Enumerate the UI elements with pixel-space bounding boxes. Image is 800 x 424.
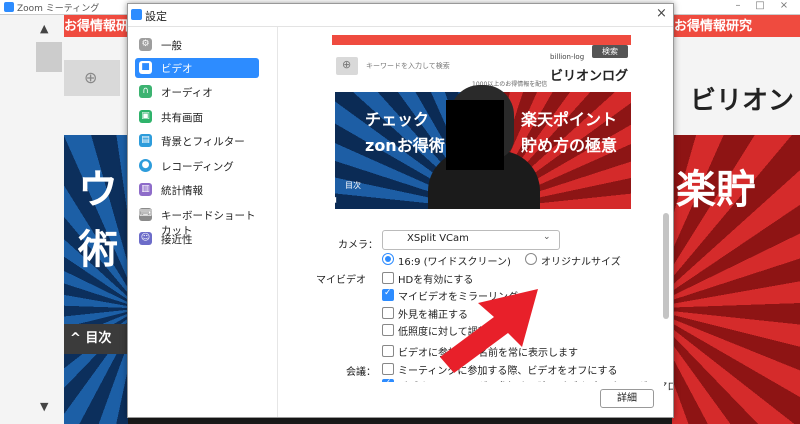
sidebar-item-share-screen[interactable]: ▣ 共有画面 <box>135 107 259 127</box>
sidebar-item-general[interactable]: ⚙ 一般 <box>135 35 259 55</box>
sidebar-item-label: 接近性 <box>161 234 193 246</box>
maximize-icon[interactable]: □ <box>752 0 768 11</box>
window-title: Zoom ミーティング <box>17 4 100 14</box>
zoom-in-icon: ⊕ <box>84 68 98 87</box>
window-close-icon[interactable]: × <box>776 0 792 11</box>
checkbox-low-light[interactable] <box>382 324 394 336</box>
radio-original-label: オリジナルサイズ <box>541 257 621 268</box>
checkbox-hd[interactable] <box>382 272 394 284</box>
radio-widescreen-label: 16:9 (ワイドスクリーン) <box>398 257 511 268</box>
radio-original[interactable] <box>525 253 537 265</box>
settings-dialog: 設定 × ⚙ 一般 ■ ビデオ ∩ オーディオ ▣ 共有画面 ▤ 背景とフィルタ… <box>127 3 674 418</box>
sidebar-item-label: オーディオ <box>161 87 213 99</box>
bg-banner-left: お得情報研究 <box>64 15 128 37</box>
sidebar-item-accessibility[interactable]: ☺ 接近性 <box>135 229 259 249</box>
settings-sidebar: ⚙ 一般 ■ ビデオ ∩ オーディオ ▣ 共有画面 ▤ 背景とフィルター ● レ… <box>128 27 278 417</box>
zoom-logo-icon <box>131 9 142 20</box>
preview-toc-tag: 目次 <box>345 181 361 190</box>
sidebar-item-keyboard[interactable]: ⌨ キーボードショートカット <box>135 205 259 237</box>
dialog-title: 設定 <box>145 10 167 23</box>
chevron-down-icon: ⌄ <box>543 232 551 242</box>
dialog-titlebar: 設定 × <box>128 4 673 27</box>
preview-arrow-icon: ◀ <box>332 195 337 204</box>
sidebar-item-background[interactable]: ▤ 背景とフィルター <box>135 131 259 151</box>
accessibility-icon: ☺ <box>139 232 152 245</box>
gear-icon: ⚙ <box>139 38 152 51</box>
camera-preview: 検索 ⊕ キーワードを入力して検索 billion-log ビリオンログ 100… <box>332 35 631 209</box>
camera-label: カメラ： <box>338 240 378 251</box>
myvideo-label: マイビデオ <box>316 275 366 286</box>
bg-banner-text-left: ウ術 <box>78 167 118 273</box>
video-camera-icon: ■ <box>139 61 152 74</box>
sidebar-item-audio[interactable]: ∩ オーディオ <box>135 82 259 102</box>
bg-toc-tag: ^ 目次 <box>64 324 128 354</box>
content-scroll-thumb[interactable] <box>663 213 669 319</box>
sidebar-item-recording[interactable]: ● レコーディング <box>135 156 259 176</box>
sidebar-item-video[interactable]: ■ ビデオ <box>135 58 259 78</box>
search-icon: ⊕ <box>342 58 352 71</box>
preview-logo-big: ビリオンログ <box>550 69 629 84</box>
background-icon: ▤ <box>139 134 152 147</box>
sidebar-item-stats[interactable]: ▥ 統計情報 <box>135 180 259 200</box>
details-button[interactable]: 詳細 <box>600 389 654 408</box>
close-icon[interactable]: × <box>656 6 667 21</box>
scroll-down-icon[interactable]: ▼ <box>40 400 48 413</box>
camera-select[interactable]: XSplit VCam ⌄ <box>382 230 560 250</box>
scroll-up-icon[interactable]: ▲ <box>40 22 48 35</box>
bg-logo-text: ビリオン <box>690 86 795 116</box>
sidebar-item-label: 統計情報 <box>161 185 203 197</box>
record-icon: ● <box>139 159 152 172</box>
shared-scroll-thumb[interactable] <box>36 42 62 72</box>
camera-select-value: XSplit VCam <box>407 233 469 244</box>
bg-banner-text-right: 楽貯 <box>676 167 756 213</box>
bg-banner-right: お得情報研究 <box>672 15 800 37</box>
keyboard-icon: ⌨ <box>139 208 152 221</box>
minimize-icon[interactable]: – <box>730 0 746 11</box>
sidebar-item-label: レコーディング <box>161 161 234 173</box>
radio-widescreen[interactable] <box>382 253 394 265</box>
checkbox-show-names[interactable] <box>382 345 394 357</box>
settings-content: 検索 ⊕ キーワードを入力して検索 billion-log ビリオンログ 100… <box>278 27 673 417</box>
checkbox-video-off[interactable] <box>382 363 394 375</box>
share-screen-icon: ▣ <box>139 110 152 123</box>
preview-logo-small: billion-log <box>550 53 585 61</box>
bg-search-box: ⊕ <box>64 60 120 96</box>
sidebar-item-label: ビデオ <box>161 63 193 75</box>
preview-top-banner <box>332 35 631 45</box>
face-redaction <box>446 100 504 170</box>
zoom-logo-icon <box>4 2 14 12</box>
stats-icon: ▥ <box>139 183 152 196</box>
preview-search-text: キーワードを入力して検索 <box>366 62 450 70</box>
sidebar-item-label: 共有画面 <box>161 112 203 124</box>
checkbox-mirror[interactable] <box>382 288 394 301</box>
preview-banner-text: チェック <box>365 110 430 129</box>
annotation-arrow-icon <box>440 289 538 373</box>
headphones-icon: ∩ <box>139 85 152 98</box>
preview-search-button: 検索 <box>592 45 628 58</box>
meeting-label: 会議： <box>346 367 376 378</box>
checkbox-touch-up[interactable] <box>382 307 394 319</box>
sidebar-item-label: 背景とフィルター <box>161 136 245 148</box>
checkbox-hd-label: HDを有効にする <box>398 275 474 286</box>
preview-search-box: ⊕ <box>336 57 358 75</box>
sidebar-item-label: 一般 <box>161 40 182 52</box>
